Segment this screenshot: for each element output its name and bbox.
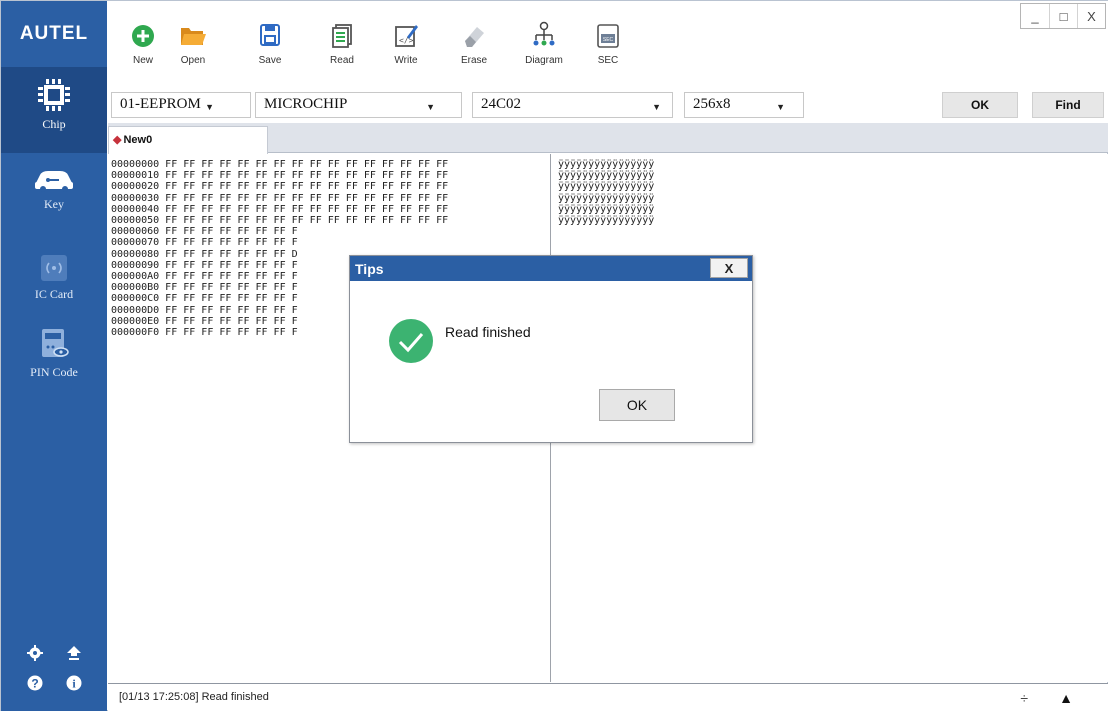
document-tab-bar: ◆ New0 bbox=[108, 123, 1108, 154]
sec-badge: SEC bbox=[603, 37, 614, 43]
close-window-button[interactable]: X bbox=[1077, 4, 1105, 28]
hex-row: 00000060 FF FF FF FF FF FF FF F bbox=[111, 226, 298, 238]
hex-row: 00000010 FF FF FF FF FF FF FF FF FF FF F… bbox=[111, 170, 449, 182]
tab-label: New0 bbox=[123, 134, 153, 146]
sidebar-bottom-row-2: ? i bbox=[1, 675, 107, 691]
sidebar-item-key[interactable]: Key bbox=[1, 163, 107, 233]
tool-label: Erase bbox=[460, 55, 488, 66]
ascii-row: ÿÿÿÿÿÿÿÿÿÿÿÿÿÿÿÿ bbox=[558, 159, 655, 170]
tool-label: Read bbox=[330, 55, 354, 66]
ascii-row: ÿÿÿÿÿÿÿÿÿÿÿÿÿÿÿÿ bbox=[558, 203, 655, 215]
hex-row: 00000070 FF FF FF FF FF FF FF F bbox=[111, 237, 298, 249]
hex-row: 00000020 FF FF FF FF FF FF FF FF FF FF F… bbox=[111, 181, 449, 193]
sidebar-item-label: PIN Code bbox=[30, 365, 78, 379]
ascii-row: ÿÿÿÿÿÿÿÿÿÿÿÿÿÿÿÿ bbox=[558, 181, 655, 193]
open-folder-icon bbox=[181, 28, 206, 45]
success-check-icon bbox=[389, 319, 433, 363]
tool-label: Diagram bbox=[525, 55, 563, 66]
sidebar-item-label: Key bbox=[44, 197, 64, 211]
erase-icon bbox=[465, 27, 484, 47]
new-button[interactable]: New bbox=[118, 21, 168, 66]
brand-select[interactable]: MICROCHIP ▼ bbox=[255, 92, 462, 118]
upgrade-icon[interactable] bbox=[66, 645, 82, 661]
tool-label: New bbox=[132, 55, 153, 66]
sec-button[interactable]: SEC SEC bbox=[583, 21, 633, 66]
autel-logo: AUTEL bbox=[19, 23, 89, 44]
dialog-title: Tips bbox=[355, 261, 384, 277]
sidebar-item-chip[interactable]: Chip bbox=[1, 67, 107, 153]
ascii-row: ÿÿÿÿÿÿÿÿÿÿÿÿÿÿÿÿ bbox=[558, 192, 655, 204]
chip-type-select[interactable]: 01-EEPROM ▼ bbox=[111, 92, 251, 118]
read-button[interactable]: Read bbox=[317, 21, 367, 66]
sidebar-item-label: IC Card bbox=[34, 287, 74, 301]
hex-row: 00000040 FF FF FF FF FF FF FF FF FF FF F… bbox=[111, 203, 449, 215]
maximize-button[interactable]: □ bbox=[1049, 4, 1077, 28]
save-button[interactable]: Save bbox=[245, 21, 295, 66]
hex-row: 00000000 FF FF FF FF FF FF FF FF FF FF F… bbox=[111, 159, 449, 170]
ic-card-icon bbox=[41, 255, 67, 281]
chevron-down-icon: ▼ bbox=[776, 102, 785, 112]
sidebar-bottom-row-1 bbox=[1, 645, 107, 661]
pin-code-icon bbox=[42, 329, 69, 357]
autel-app-window: AUTEL Chip Key IC Card PIN Code ? i New … bbox=[0, 0, 1108, 711]
new-icon bbox=[132, 25, 154, 47]
sidebar-item-pin-code[interactable]: PIN Code bbox=[1, 327, 107, 397]
tool-label: Open bbox=[180, 55, 206, 66]
split-view-icon[interactable]: ÷ bbox=[1020, 690, 1028, 706]
ascii-row: ÿÿÿÿÿÿÿÿÿÿÿÿÿÿÿÿ bbox=[558, 170, 655, 182]
brand-value: MICROCHIP bbox=[264, 96, 348, 112]
minimize-button[interactable]: _ bbox=[1021, 4, 1049, 28]
sec-icon: SEC bbox=[597, 24, 619, 48]
dialog-close-button[interactable]: X bbox=[710, 258, 748, 278]
svg-text:?: ? bbox=[31, 677, 38, 691]
hex-row: 00000050 FF FF FF FF FF FF FF FF FF FF F… bbox=[111, 215, 449, 227]
ascii-dump: ÿÿÿÿÿÿÿÿÿÿÿÿÿÿÿÿ ÿÿÿÿÿÿÿÿÿÿÿÿÿÿÿÿ ÿÿÿÿÿÿÿÿ… bbox=[558, 159, 654, 226]
diagram-icon bbox=[533, 21, 555, 46]
model-value: 24C02 bbox=[481, 96, 522, 112]
tips-dialog: Tips X Read finished OK bbox=[349, 255, 753, 443]
tool-label: Save bbox=[258, 55, 282, 66]
expand-up-icon[interactable]: ▲ bbox=[1059, 690, 1073, 706]
open-button[interactable]: Open bbox=[168, 21, 218, 66]
read-icon bbox=[332, 24, 352, 48]
chevron-down-icon: ▼ bbox=[426, 102, 435, 112]
ok-button[interactable]: OK bbox=[942, 92, 1018, 118]
window-controls: _ □ X bbox=[1020, 3, 1106, 29]
info-icon[interactable]: i bbox=[66, 675, 82, 691]
status-message: [01/13 17:25:08] Read finished bbox=[119, 691, 269, 703]
model-select[interactable]: 24C02 ▼ bbox=[472, 92, 673, 118]
chip-selector-row: 01-EEPROM ▼ MICROCHIP ▼ 24C02 ▼ 256x8 ▼ … bbox=[108, 87, 1108, 123]
chevron-down-icon: ▼ bbox=[652, 102, 661, 112]
chevron-down-icon: ▼ bbox=[205, 102, 214, 112]
sidebar-item-ic-card[interactable]: IC Card bbox=[1, 253, 107, 323]
hex-row: 00000030 FF FF FF FF FF FF FF FF FF FF F… bbox=[111, 192, 449, 204]
tool-label: Write bbox=[394, 55, 418, 66]
car-key-icon bbox=[35, 171, 73, 192]
tool-label: SEC bbox=[597, 55, 619, 66]
size-select[interactable]: 256x8 ▼ bbox=[684, 92, 804, 118]
dialog-message: Read finished bbox=[445, 324, 531, 340]
svg-text:</>: </> bbox=[399, 36, 414, 45]
size-value: 256x8 bbox=[693, 96, 731, 112]
toolbar: New Open Save Read </> Write Erase Diagr… bbox=[108, 1, 1108, 87]
sidebar: AUTEL Chip Key IC Card PIN Code ? i bbox=[1, 1, 107, 711]
settings-icon[interactable] bbox=[26, 645, 43, 661]
diagram-button[interactable]: Diagram bbox=[519, 21, 569, 66]
status-bar: [01/13 17:25:08] Read finished ÷ ▲ bbox=[108, 683, 1108, 711]
save-icon bbox=[260, 24, 280, 46]
help-icon[interactable]: ? bbox=[27, 675, 43, 691]
modified-diamond-icon: ◆ bbox=[113, 134, 122, 146]
chip-type-value: 01-EEPROM bbox=[120, 96, 201, 112]
find-button[interactable]: Find bbox=[1032, 92, 1104, 118]
tab-new0[interactable]: ◆ New0 bbox=[108, 126, 268, 154]
erase-button[interactable]: Erase bbox=[449, 21, 499, 66]
dialog-titlebar: Tips X bbox=[350, 256, 752, 281]
dialog-ok-button[interactable]: OK bbox=[599, 389, 675, 421]
chip-icon bbox=[38, 79, 70, 111]
write-button[interactable]: </> Write bbox=[381, 21, 431, 66]
ascii-row: ÿÿÿÿÿÿÿÿÿÿÿÿÿÿÿÿ bbox=[558, 215, 655, 227]
write-icon: </> bbox=[395, 25, 418, 47]
sidebar-item-label: Chip bbox=[42, 117, 66, 131]
